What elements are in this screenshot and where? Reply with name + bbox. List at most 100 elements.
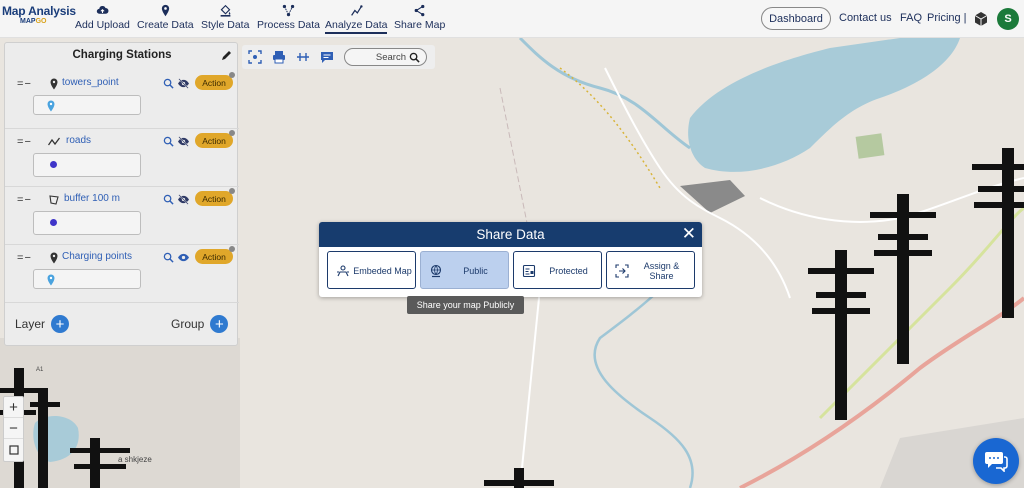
app-logo[interactable]: Map Analysis MAPGO [2,4,76,34]
action-button[interactable]: Action [195,130,235,148]
analyze-chart-icon [350,5,363,16]
location-pin-icon [161,4,169,17]
user-avatar[interactable]: S [997,8,1019,30]
nav-share-map-label: Share Map [394,19,446,31]
nav-add-upload[interactable]: Add Upload [75,4,130,31]
color-swatch [50,219,57,226]
assign-share-icon [615,264,629,278]
field [855,133,885,159]
paint-bucket-icon [220,4,231,17]
share-option-assign-share[interactable]: Assign & Share [606,251,695,289]
zoom-out-button[interactable]: − [4,418,23,439]
public-globe-icon [430,264,442,278]
option-label: Embeded Map [353,266,412,276]
eye-slash-icon[interactable] [177,78,190,89]
dashboard-button[interactable]: Dashboard [761,7,831,30]
eye-icon[interactable] [177,252,190,263]
nav-analyze-data-label: Analyze Data [325,19,388,31]
zoom-to-layer-icon[interactable] [163,252,174,263]
nav-add-upload-label: Add Upload [75,19,130,31]
reset-view-icon [8,444,19,455]
drag-handle-icon[interactable]: = − [17,78,31,90]
top-navigation-bar: Map Analysis MAPGO Add Upload Create Dat… [0,0,1024,38]
drag-handle-icon[interactable]: = − [17,136,31,148]
logo-title: Map Analysis [2,4,76,18]
pricing-link[interactable]: Pricing | [927,12,967,24]
process-nodes-icon [282,4,295,17]
search-icon [409,52,420,63]
layer-name[interactable]: Charging points [62,251,132,262]
drag-handle-icon[interactable]: = − [17,194,31,206]
measure-icon[interactable] [296,50,310,64]
layer-name[interactable]: roads [66,135,91,146]
add-layer-button[interactable]: + [51,315,70,333]
add-layer-label: Layer [15,317,46,331]
eye-slash-icon[interactable] [177,194,190,205]
option-label: Assign & Share [643,261,680,281]
add-group-button[interactable]: + [210,315,229,333]
zoom-to-layer-icon[interactable] [163,194,174,205]
logo-subtitle-b: GO [35,18,47,25]
protected-doc-icon [522,264,536,278]
color-swatch [50,161,57,168]
add-layer-control[interactable]: Layer + [15,315,70,333]
share-option-protected[interactable]: Protected [513,251,602,289]
zoom-control: + − [3,396,24,462]
nav-share-map[interactable]: Share Map [394,4,445,31]
option-label: Protected [549,266,588,276]
action-button[interactable]: Action [195,246,235,264]
public-option-tooltip: Share your map Publicly [407,296,524,314]
search-label: Search [375,51,406,63]
point-symbol-icon [47,274,55,286]
line-layer-icon [48,137,60,146]
share-icon [414,4,425,17]
faq-link[interactable]: FAQ [900,12,922,24]
point-symbol-icon [47,100,55,112]
chat-bubble-icon [985,452,1008,472]
layer-legend [33,95,141,115]
eye-slash-icon[interactable] [177,136,190,147]
layer-row-towers-point[interactable]: = − towers_point Action [5,71,239,129]
share-option-public[interactable]: Public [420,251,509,289]
action-button[interactable]: Action [195,188,235,206]
panel-title: Charging Stations [72,49,172,61]
drag-handle-icon[interactable]: = − [17,252,31,264]
zoom-to-layer-icon[interactable] [163,78,174,89]
nav-style-data[interactable]: Style Data [201,4,249,31]
layer-legend [33,211,141,235]
zoom-in-button[interactable]: + [4,397,23,418]
chat-widget-button[interactable] [973,438,1019,484]
point-layer-icon [50,252,58,264]
contact-us-link[interactable]: Contact us [839,12,892,24]
pencil-icon[interactable] [221,49,233,61]
map-search-input[interactable]: Search [344,48,427,66]
cube-icon[interactable] [973,11,989,27]
zoom-reset-button[interactable] [4,439,23,460]
share-option-embedded-map[interactable]: Embeded Map [327,251,416,289]
nav-create-data[interactable]: Create Data [137,4,194,31]
cloud-upload-icon [96,5,109,14]
fit-extent-icon[interactable] [248,50,262,64]
nav-analyze-data[interactable]: Analyze Data [325,4,388,34]
point-layer-icon [50,78,58,90]
map-label-village: a shkjeze [118,455,152,464]
nav-process-data-label: Process Data [257,19,321,31]
layer-name[interactable]: buffer 100 m [64,193,120,204]
logo-subtitle: MAPGO [20,18,72,25]
action-button[interactable]: Action [195,72,235,90]
layer-row-buffer[interactable]: = − buffer 100 m Action [5,187,239,245]
map-label-road: A1 [36,367,44,373]
layer-row-charging-points[interactable]: = − Charging points Action [5,245,239,303]
layer-panel: Charging Stations = − towers_point Actio… [4,42,239,346]
add-group-label: Group [171,317,205,331]
zoom-to-layer-icon[interactable] [163,136,174,147]
close-icon[interactable]: ✕ [682,225,696,242]
modal-header: Share Data ✕ [319,222,702,247]
add-group-control[interactable]: Group + [171,315,229,333]
comment-icon[interactable] [320,50,334,64]
nav-process-data[interactable]: Process Data [257,4,320,31]
layer-name[interactable]: towers_point [62,77,119,88]
layer-row-roads[interactable]: = − roads Action [5,129,239,187]
share-data-modal: Share Data ✕ Embeded Map Public Protecte… [319,222,702,297]
print-icon[interactable] [272,50,286,64]
